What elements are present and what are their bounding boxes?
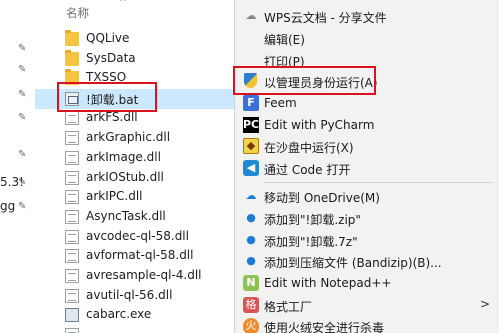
menu-item-label: 添加到压缩文件 (Bandizip)(B)... [264, 256, 442, 270]
sort-ascending-icon: ^ [119, 0, 127, 8]
format-factory-icon: 格 [243, 297, 259, 313]
dll-file-icon [65, 151, 79, 165]
quick-access-gutter: ✎ ✎ ✎ ✎ ✎ 5.3! ✎ gg ✎ [0, 0, 35, 333]
menu-item-move-to-onedrive[interactable]: ☁ 移动到 OneDrive(M) [235, 185, 499, 207]
file-row[interactable]: avformat-ql-58.dll [35, 246, 235, 266]
dll-file-icon [65, 289, 79, 303]
menu-item-feem[interactable]: F Feem [235, 92, 499, 114]
pin-icon[interactable]: ✎ [18, 44, 28, 54]
file-name: arkGraphic.dll [86, 130, 171, 144]
file-row[interactable]: arkGraphic.dll [35, 128, 235, 148]
file-name: avformat-ql-58.dll [86, 248, 194, 262]
dll-file-icon [65, 328, 79, 333]
file-name: arkImage.dll [86, 150, 161, 164]
file-row[interactable]: SysData [35, 49, 235, 69]
menu-item-notepadpp[interactable]: N Edit with Notepad++ [235, 272, 499, 294]
folder-icon [65, 50, 79, 66]
pin-icon[interactable]: ✎ [18, 113, 28, 123]
menu-item-label: 使用火绒安全进行杀毒 [264, 321, 385, 333]
bandizip-icon: ● [246, 211, 256, 224]
file-name: AsyncTask.dll [86, 209, 166, 223]
menu-item-label: 格式工厂 [264, 300, 313, 314]
context-menu: ☁ WPS云文档 - 分享文件 编辑(E) 打印(P) 以管理员身份运行(A) … [234, 0, 499, 333]
folder-icon [65, 30, 79, 46]
column-header-label: 名称 [66, 6, 89, 20]
file-name: avresample-ql-4.dll [86, 268, 202, 282]
dll-file-icon [65, 171, 79, 185]
menu-item-label: Edit with PyCharm [264, 118, 375, 132]
file-row[interactable]: AsyncTask.dll [35, 207, 235, 227]
menu-item-add-to-archive[interactable]: ● 添加到压缩文件 (Bandizip)(B)... [235, 250, 499, 272]
menu-item-label: WPS云文档 - 分享文件 [264, 11, 387, 25]
file-row[interactable]: avutil-ql-56.dll [35, 286, 235, 306]
file-row[interactable]: arkIOStub.dll [35, 168, 235, 188]
file-name: arkFS.dll [86, 110, 138, 124]
truncated-label: gg [0, 199, 16, 213]
menu-item-format-factory[interactable]: 格 格式工厂 > [235, 294, 499, 316]
huorong-icon: 火 [243, 318, 259, 333]
file-row[interactable]: arkIPC.dll [35, 187, 235, 207]
pin-icon[interactable]: ✎ [18, 65, 28, 75]
dll-file-icon [65, 249, 79, 263]
file-row-partial[interactable] [35, 325, 235, 333]
menu-item-label: 通过 Code 打开 [264, 163, 351, 177]
menu-item-label: 添加到"!卸载.zip" [264, 213, 361, 227]
file-name: arkIOStub.dll [86, 170, 164, 184]
file-list: ^ 名称 QQLive SysData TXSSO !卸载.bat arkFS.… [35, 0, 235, 333]
dll-file-icon [65, 210, 79, 224]
menu-item-edit[interactable]: 编辑(E) [235, 27, 499, 49]
dll-file-icon [65, 230, 79, 244]
pycharm-icon: PC [242, 117, 260, 133]
menu-item-wps-share[interactable]: ☁ WPS云文档 - 分享文件 [235, 5, 499, 27]
file-row[interactable]: arkImage.dll [35, 148, 235, 168]
exe-file-icon [65, 308, 79, 322]
sandbox-icon: ◆ [243, 138, 259, 154]
file-name: arkIPC.dll [86, 189, 143, 203]
dll-file-icon [65, 131, 79, 145]
file-row[interactable]: QQLive [35, 29, 235, 49]
menu-item-sandbox[interactable]: ◆ 在沙盘中运行(X) [235, 135, 499, 157]
menu-separator [263, 182, 493, 183]
highlight-box-run-as-admin [233, 66, 376, 95]
menu-item-huorong-scan[interactable]: 火 使用火绒安全进行杀毒 [235, 315, 499, 333]
menu-item-label: Edit with Notepad++ [264, 276, 392, 290]
pin-icon[interactable]: ✎ [18, 202, 28, 212]
feem-icon: F [243, 95, 259, 111]
file-name: avcodec-ql-58.dll [86, 229, 189, 243]
highlight-box-selected-file [57, 82, 157, 112]
file-name: avutil-ql-56.dll [86, 288, 173, 302]
file-row[interactable]: avcodec-ql-58.dll [35, 227, 235, 247]
menu-item-add-to-7z[interactable]: ● 添加到"!卸载.7z" [235, 229, 499, 251]
file-row[interactable]: avresample-ql-4.dll [35, 266, 235, 286]
submenu-arrow-icon: > [479, 297, 490, 311]
onedrive-icon: ☁ [245, 189, 257, 202]
notepadpp-icon: N [243, 275, 259, 291]
wps-cloud-icon: ☁ [245, 9, 257, 22]
pin-icon[interactable]: ✎ [18, 150, 28, 160]
vscode-icon: ◀ [243, 160, 259, 176]
menu-item-label: 编辑(E) [264, 33, 305, 47]
dll-file-icon [65, 269, 79, 283]
menu-item-label: Feem [264, 96, 297, 110]
dll-file-icon [65, 111, 79, 125]
pin-icon[interactable]: ✎ [18, 178, 28, 188]
menu-item-pycharm[interactable]: PC Edit with PyCharm [235, 114, 499, 136]
bandizip-icon: ● [246, 254, 256, 267]
bandizip-icon: ● [246, 233, 256, 246]
menu-item-open-with-code[interactable]: ◀ 通过 Code 打开 [235, 157, 499, 179]
dll-file-icon [65, 190, 79, 204]
file-name: SysData [86, 51, 136, 65]
menu-item-label: 添加到"!卸载.7z" [264, 235, 358, 249]
file-name: QQLive [86, 31, 130, 45]
menu-item-label: 在沙盘中运行(X) [264, 141, 354, 155]
file-name: cabarc.exe [86, 307, 152, 321]
name-column-header[interactable]: ^ 名称 [35, 0, 235, 22]
menu-item-label: 移动到 OneDrive(M) [264, 191, 380, 205]
file-row[interactable]: cabarc.exe [35, 305, 235, 325]
pin-icon[interactable]: ✎ [18, 90, 28, 100]
menu-item-add-to-zip[interactable]: ● 添加到"!卸载.zip" [235, 207, 499, 229]
